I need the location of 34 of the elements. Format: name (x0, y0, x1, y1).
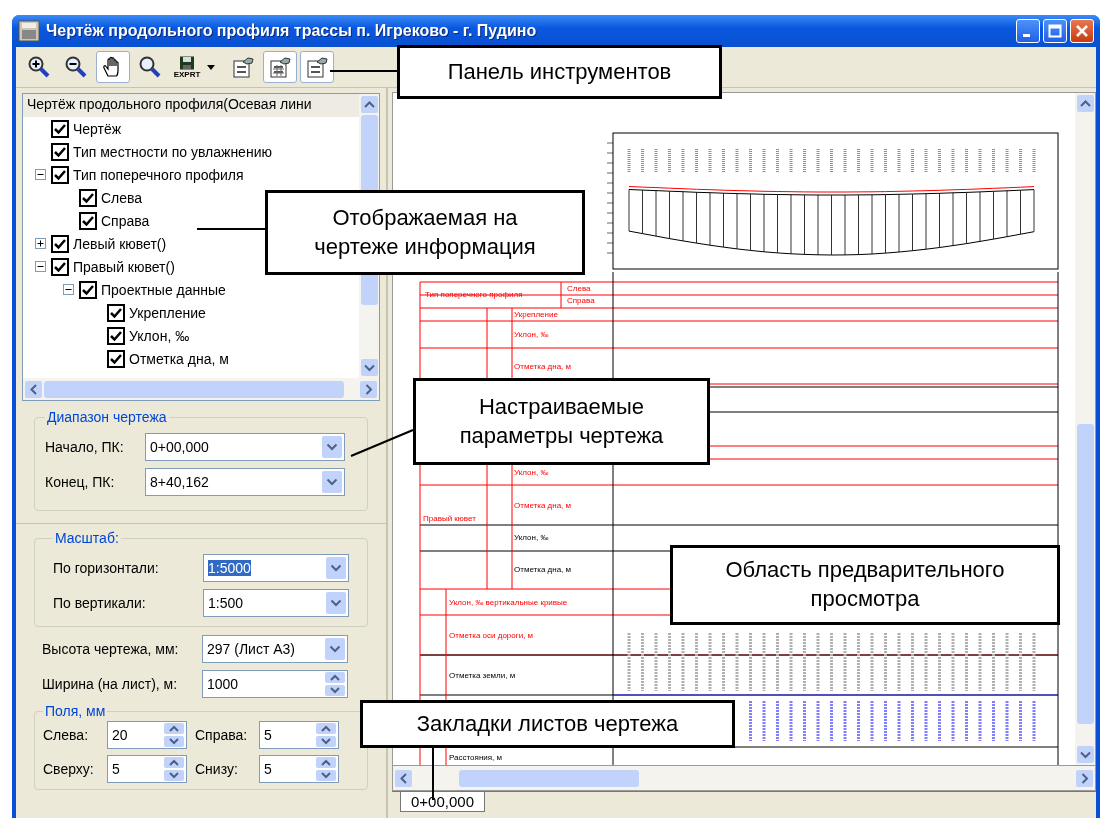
group-legend: Масштаб: (53, 530, 121, 546)
field-label: Сверху: (43, 761, 95, 777)
row-label: Отметка земли, м (449, 671, 516, 680)
row-label: Уклон, ‰ (514, 330, 549, 339)
row-label: Расстояния, м (449, 753, 503, 762)
field-label: Снизу: (195, 761, 239, 777)
field-label: Высота чертежа, мм: (41, 640, 180, 657)
row-label: Справа (567, 296, 595, 305)
row-label: Укрепление (514, 310, 558, 319)
row-label: Уклон, ‰ вертикальные кривые (449, 598, 568, 607)
row-label: Отметка дна, м (514, 565, 572, 574)
window-title: Чертёж продольного профиля трассы п. Игреково - г. Пудино (46, 22, 538, 40)
callout-tooltip: Отображаемая на чертеже информация (265, 190, 585, 275)
row-label: Уклон, ‰ (514, 468, 549, 477)
field-label: По вертикали: (53, 594, 147, 611)
row-label: Отметка дна, м (514, 501, 572, 510)
row-label: Слева (567, 284, 591, 293)
group-legend: Диапазон чертежа (45, 409, 169, 425)
field-label: Справа: (195, 727, 249, 743)
field-label: Слева: (43, 727, 90, 743)
row-label: Тип поперечного профиля (425, 290, 523, 299)
field-label: По горизонтали: (53, 559, 160, 576)
callout-tooltip: Панель инструментов (397, 45, 722, 99)
callout-tooltip: Настраиваемые параметры чертежа (413, 378, 710, 465)
row-label: Уклон, ‰ (514, 533, 549, 542)
group-legend: Поля, мм (43, 703, 108, 719)
field-label: Начало, ПК: (45, 438, 125, 455)
row-label: Правый кювет (423, 514, 476, 523)
callout-tooltip: Закладки листов чертежа (360, 700, 735, 748)
field-label: Ширина (на лист), м: (41, 675, 179, 692)
field-label: Конец, ПК: (45, 473, 116, 490)
row-label: Отметка дна, м (514, 362, 572, 371)
callout-tooltip: Область предварительного просмотра (670, 545, 1060, 625)
row-label: Отметка оси дороги, м (449, 631, 534, 640)
